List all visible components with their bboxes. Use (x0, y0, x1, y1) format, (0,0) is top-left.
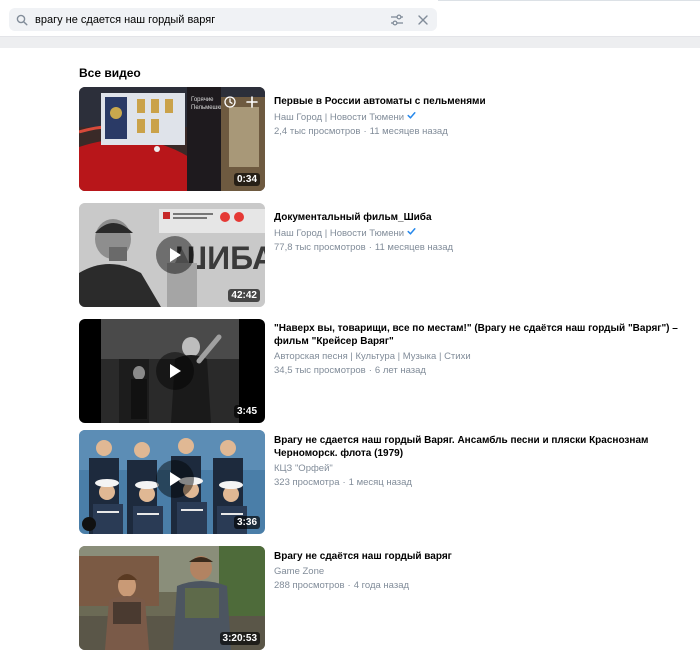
channel-name[interactable]: Game Zone (274, 566, 324, 577)
video-thumbnail[interactable]: Горячие Пельмешки 0:34 (79, 87, 265, 191)
channel-name[interactable]: Наш Город | Новости Тюмени (274, 112, 404, 123)
add-icon[interactable] (245, 95, 259, 109)
channel-name[interactable]: Авторская песня | Культура | Музыка | Ст… (274, 351, 471, 362)
sign-text: Горячие (191, 97, 214, 103)
search-input[interactable] (35, 8, 386, 31)
clear-icon[interactable] (412, 8, 434, 31)
view-count: 288 просмотров (274, 580, 345, 591)
upload-age: 4 года назад (353, 580, 410, 591)
search-icon (9, 8, 35, 31)
view-count: 77,8 тыс просмотров (274, 242, 366, 253)
video-thumbnail[interactable]: ШИБА 42:42 (79, 203, 265, 307)
verified-icon (407, 111, 416, 123)
search-bar[interactable] (9, 8, 437, 31)
play-icon[interactable] (156, 352, 194, 390)
section-title: Все видео (79, 66, 141, 80)
video-thumbnail[interactable]: 3:45 (79, 319, 265, 423)
verified-icon (407, 227, 416, 239)
video-thumbnail[interactable]: 3:36 (79, 430, 265, 534)
top-border (438, 0, 700, 1)
video-item[interactable]: Горячие Пельмешки 0:34 Первые в России а… (79, 87, 699, 191)
top-bar (0, 0, 700, 38)
meta-separator: · (342, 477, 346, 488)
video-item[interactable]: ШИБА 42:42 Документальный фильм_Шиба Наш… (79, 203, 699, 307)
meta-separator: · (347, 580, 351, 591)
play-icon[interactable] (156, 236, 194, 274)
filter-icon[interactable] (386, 8, 408, 31)
video-item[interactable]: 3:20:53 Врагу не сдаётся наш гордый варя… (79, 546, 699, 650)
video-title[interactable]: "Наверх вы, товарищи, все по местам!" (В… (274, 322, 694, 348)
video-item[interactable]: 3:36 Врагу не сдается наш гордый Варяг. … (79, 430, 699, 534)
channel-name[interactable]: КЦЗ "Орфей" (274, 463, 333, 474)
video-duration: 3:36 (233, 516, 260, 529)
meta-separator: · (368, 242, 372, 253)
video-thumbnail[interactable]: 3:20:53 (79, 546, 265, 650)
upload-age: 11 месяцев назад (374, 242, 454, 253)
video-title[interactable]: Врагу не сдается наш гордый Варяг. Ансам… (274, 434, 694, 460)
video-duration: 3:20:53 (219, 632, 260, 645)
play-icon[interactable] (156, 460, 194, 498)
video-duration: 42:42 (228, 289, 260, 302)
video-title[interactable]: Врагу не сдаётся наш гордый варяг (274, 550, 694, 563)
video-duration: 0:34 (233, 173, 260, 186)
upload-age: 1 месяц назад (348, 477, 412, 488)
meta-separator: · (363, 126, 367, 137)
header-divider (0, 36, 700, 48)
video-duration: 3:45 (233, 405, 260, 418)
upload-age: 11 месяцев назад (369, 126, 448, 137)
video-item[interactable]: 3:45 "Наверх вы, товарищи, все по местам… (79, 319, 699, 423)
view-count: 323 просмотра (274, 477, 340, 488)
meta-separator: · (368, 365, 372, 376)
upload-age: 6 лет назад (374, 365, 426, 376)
video-title[interactable]: Документальный фильм_Шиба (274, 211, 694, 224)
view-count: 34,5 тыс просмотров (274, 365, 366, 376)
channel-name[interactable]: Наш Город | Новости Тюмени (274, 228, 404, 239)
watch-later-icon[interactable] (223, 95, 237, 109)
view-count: 2,4 тыс просмотров (274, 126, 361, 137)
video-title[interactable]: Первые в России автоматы с пельменями (274, 95, 694, 108)
sign-text: Пельмешки (191, 105, 223, 111)
